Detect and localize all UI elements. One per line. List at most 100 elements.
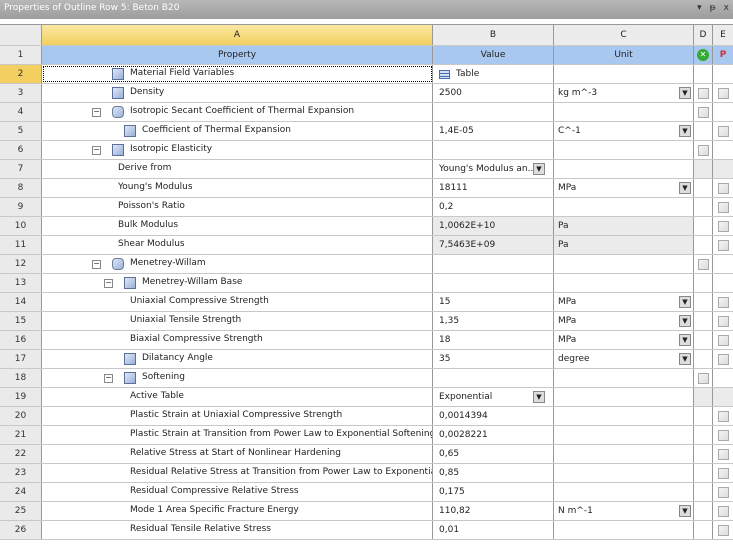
row-number[interactable]: 16: [0, 331, 42, 349]
row-number[interactable]: 7: [0, 160, 42, 178]
unit-cell[interactable]: [554, 521, 694, 539]
parameter-cell[interactable]: [713, 217, 733, 235]
unit-cell[interactable]: [554, 65, 694, 83]
pin-icon[interactable]: ᵽ: [710, 3, 716, 13]
collapse-toggle[interactable]: −: [92, 108, 101, 117]
row-number[interactable]: 4: [0, 103, 42, 121]
parameter-checkbox[interactable]: [717, 87, 729, 99]
property-cell[interactable]: Relative Stress at Start of Nonlinear Ha…: [42, 445, 433, 463]
unit-dropdown-button[interactable]: ▼: [679, 296, 691, 308]
row-number[interactable]: 6: [0, 141, 42, 159]
unit-cell[interactable]: [554, 483, 694, 501]
row-number[interactable]: 1: [0, 46, 42, 64]
property-value[interactable]: 0,2: [439, 202, 453, 212]
value-cell[interactable]: 15: [433, 293, 554, 311]
unit-cell[interactable]: kg m^-3 ▼: [554, 84, 694, 102]
unit-cell[interactable]: degree ▼: [554, 350, 694, 368]
row-number[interactable]: 15: [0, 312, 42, 330]
column-header-b[interactable]: B: [433, 25, 554, 45]
unit-cell[interactable]: C^-1 ▼: [554, 122, 694, 140]
property-cell[interactable]: − Menetrey-Willam: [42, 255, 433, 273]
parameter-cell[interactable]: [713, 236, 733, 254]
unit-cell[interactable]: [554, 255, 694, 273]
parameter-cell[interactable]: [713, 198, 733, 216]
row-number[interactable]: 25: [0, 502, 42, 520]
unit-dropdown-button[interactable]: ▼: [679, 87, 691, 99]
parameter-cell[interactable]: [713, 426, 733, 444]
parameter-checkbox[interactable]: [717, 182, 729, 194]
unit-cell[interactable]: [554, 369, 694, 387]
unit-dropdown-button[interactable]: ▼: [679, 315, 691, 327]
unit-dropdown-button[interactable]: ▼: [679, 182, 691, 194]
value-cell[interactable]: [433, 103, 554, 121]
value-cell[interactable]: 0,85: [433, 464, 554, 482]
row-number[interactable]: 9: [0, 198, 42, 216]
value-cell[interactable]: 1,35: [433, 312, 554, 330]
row-number[interactable]: 5: [0, 122, 42, 140]
property-cell[interactable]: Plastic Strain at Transition from Power …: [42, 426, 433, 444]
property-cell[interactable]: Young's Modulus: [42, 179, 433, 197]
row-number[interactable]: 14: [0, 293, 42, 311]
row-number[interactable]: 19: [0, 388, 42, 406]
collapse-toggle[interactable]: −: [92, 260, 101, 269]
row-number[interactable]: 17: [0, 350, 42, 368]
delete-checkbox[interactable]: [697, 106, 709, 118]
value-cell[interactable]: [433, 255, 554, 273]
row-number[interactable]: 8: [0, 179, 42, 197]
property-cell[interactable]: Residual Tensile Relative Stress: [42, 521, 433, 539]
parameter-cell[interactable]: [713, 483, 733, 501]
parameter-checkbox[interactable]: [717, 486, 729, 498]
unit-cell[interactable]: [554, 198, 694, 216]
parameter-checkbox[interactable]: [717, 315, 729, 327]
unit-cell[interactable]: Pa: [554, 236, 694, 254]
value-cell[interactable]: 0,0028221: [433, 426, 554, 444]
unit-dropdown-button[interactable]: ▼: [679, 125, 691, 137]
parameter-checkbox[interactable]: [717, 125, 729, 137]
property-value[interactable]: 7,5463E+09: [439, 240, 495, 250]
parameter-cell[interactable]: [713, 350, 733, 368]
value-cell[interactable]: 0,175: [433, 483, 554, 501]
property-cell[interactable]: − Softening: [42, 369, 433, 387]
parameter-checkbox[interactable]: [717, 524, 729, 536]
row-number[interactable]: 26: [0, 521, 42, 539]
parameter-cell[interactable]: [713, 84, 733, 102]
parameter-checkbox[interactable]: [717, 505, 729, 517]
close-icon[interactable]: x: [724, 3, 729, 13]
delete-checkbox[interactable]: [697, 144, 709, 156]
unit-cell[interactable]: [554, 141, 694, 159]
row-number[interactable]: 22: [0, 445, 42, 463]
parameter-checkbox[interactable]: [717, 448, 729, 460]
property-value[interactable]: 15: [439, 297, 450, 307]
value-cell[interactable]: 7,5463E+09: [433, 236, 554, 254]
parameter-cell[interactable]: [713, 464, 733, 482]
property-cell[interactable]: − Isotropic Elasticity: [42, 141, 433, 159]
property-cell[interactable]: Bulk Modulus: [42, 217, 433, 235]
property-value[interactable]: 1,4E-05: [439, 126, 474, 136]
unit-cell[interactable]: MPa ▼: [554, 293, 694, 311]
value-dropdown-button[interactable]: ▼: [533, 163, 545, 175]
value-cell[interactable]: Young's Modulus an... ▼: [433, 160, 554, 178]
parameter-checkbox[interactable]: [717, 239, 729, 251]
property-cell[interactable]: Poisson's Ratio: [42, 198, 433, 216]
parameter-checkbox[interactable]: [717, 334, 729, 346]
column-header-c[interactable]: C: [554, 25, 694, 45]
corner-cell[interactable]: [0, 25, 42, 45]
property-cell[interactable]: − Menetrey-Willam Base: [42, 274, 433, 292]
value-cell[interactable]: 35: [433, 350, 554, 368]
row-number[interactable]: 10: [0, 217, 42, 235]
value-cell[interactable]: [433, 369, 554, 387]
property-value[interactable]: Table: [456, 69, 479, 79]
property-value[interactable]: 2500: [439, 88, 462, 98]
delete-checkbox[interactable]: [697, 87, 709, 99]
property-cell[interactable]: Residual Relative Stress at Transition f…: [42, 464, 433, 482]
value-cell[interactable]: 110,82: [433, 502, 554, 520]
unit-cell[interactable]: [554, 274, 694, 292]
row-number[interactable]: 11: [0, 236, 42, 254]
parameter-cell[interactable]: [713, 312, 733, 330]
parameter-cell[interactable]: [713, 521, 733, 539]
property-cell[interactable]: Mode 1 Area Specific Fracture Energy: [42, 502, 433, 520]
column-header-a[interactable]: A: [42, 25, 433, 45]
unit-cell[interactable]: [554, 103, 694, 121]
property-cell[interactable]: Material Field Variables: [42, 65, 433, 83]
parameter-cell[interactable]: [713, 407, 733, 425]
